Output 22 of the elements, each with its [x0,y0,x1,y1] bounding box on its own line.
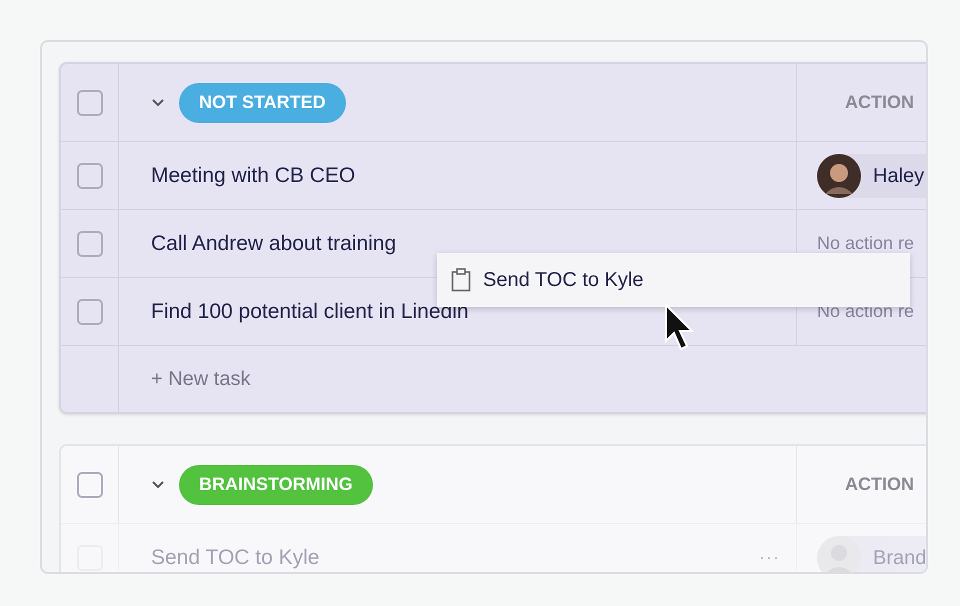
clipboard-icon [451,268,471,292]
drag-preview-title: Send TOC to Kyle [483,268,644,293]
checkbox[interactable] [76,162,102,188]
task-title[interactable]: Call Andrew about training [151,228,396,260]
checkbox[interactable] [76,472,102,498]
assignee-name: Brand [873,546,926,570]
avatar-icon [817,154,861,198]
status-tag: NOT STARTED [179,82,346,122]
chevron-icon[interactable] [151,98,165,108]
task-title[interactable]: Find 100 potential client in Linedin [151,296,469,328]
assignee-name: Haley [873,164,924,188]
status-tag: BRAINSTORMING [179,464,373,504]
action-text: No action re [817,232,914,255]
checkbox[interactable] [76,298,102,324]
checkbox[interactable] [76,90,102,116]
column-header: ACTION [845,473,914,496]
task-title[interactable]: Meeting with CB CEO [151,160,356,192]
checkbox[interactable] [76,230,102,256]
chevron-icon[interactable] [151,480,165,490]
column-header: ACTION [845,91,914,114]
assignee-chip[interactable]: Haley [817,154,926,198]
avatar-icon [817,536,861,572]
